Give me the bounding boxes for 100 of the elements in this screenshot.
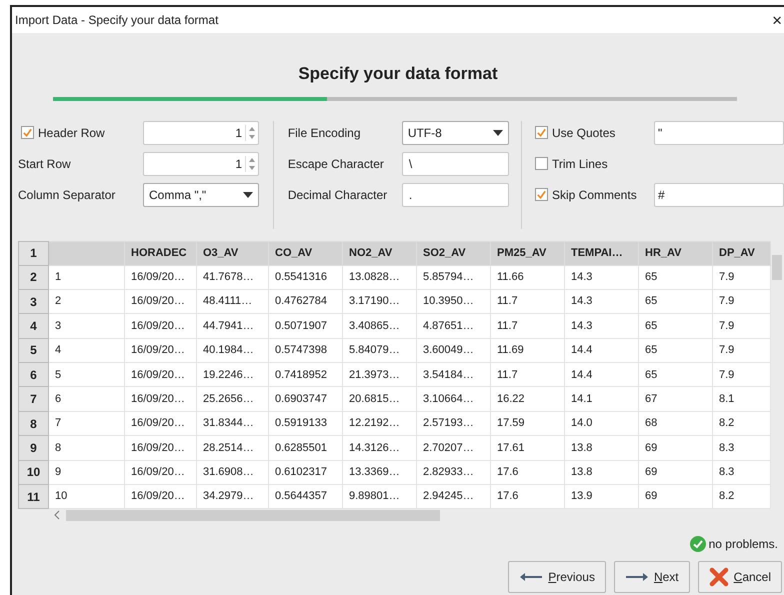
table-cell: 69 xyxy=(638,436,712,460)
left-arrow-icon xyxy=(519,572,544,582)
text-field[interactable]: # xyxy=(654,182,784,206)
table-cell: 11.7 xyxy=(490,362,564,387)
table-cell: 16/09/20… xyxy=(124,265,196,290)
table-cell: 11.66 xyxy=(490,265,564,290)
table-cell: 4.87651… xyxy=(416,314,490,338)
table-cell: 14.3 xyxy=(564,265,638,290)
cross-icon xyxy=(708,567,729,588)
column-header: SO2_AV xyxy=(416,241,490,265)
table-cell: 6 xyxy=(48,386,124,412)
scroll-left-icon[interactable] xyxy=(54,510,60,520)
table-cell: 28.2514… xyxy=(196,436,268,460)
dropdown-arrow-icon[interactable] xyxy=(243,192,253,198)
table-cell: 1 xyxy=(48,265,124,290)
table-cell: 14.0 xyxy=(564,411,638,436)
next-button[interactable]: Next xyxy=(614,561,690,594)
table-cell: 16/09/20… xyxy=(124,289,196,314)
table-cell: 2.57193… xyxy=(416,411,490,436)
table-cell: 40.1984… xyxy=(196,338,268,363)
table-cell: 17.6 xyxy=(490,460,564,485)
checkbox[interactable] xyxy=(535,157,548,170)
table-cell: 10.3950… xyxy=(416,289,490,314)
column-header: TEMPAI… xyxy=(564,241,638,265)
table-cell: 16/09/20… xyxy=(124,362,196,387)
table-cell: 3.60049… xyxy=(416,338,490,363)
table-cell: 3.40865… xyxy=(342,314,416,338)
table-cell: 5.84079… xyxy=(342,338,416,363)
spinner-arrows-icon[interactable] xyxy=(245,156,258,172)
dropdown[interactable]: UTF-8 xyxy=(402,120,509,144)
table-cell: 5.85794… xyxy=(416,265,490,290)
table-cell: 41.7678… xyxy=(196,265,268,290)
table-cell: 31.6908… xyxy=(196,460,268,485)
table-cell: 16/09/20… xyxy=(124,314,196,338)
status-text: no problems. xyxy=(708,536,778,554)
field-label: Start Row xyxy=(18,156,71,172)
row-header: 9 xyxy=(18,436,48,460)
text-field[interactable]: . xyxy=(402,182,509,206)
table-cell: 11.69 xyxy=(490,338,564,363)
table-cell: 68 xyxy=(638,411,712,436)
field-label: Header Row xyxy=(38,124,105,142)
table-cell: 69 xyxy=(638,460,712,485)
dropdown-arrow-icon[interactable] xyxy=(492,130,503,136)
checkbox[interactable] xyxy=(21,126,34,139)
column-header: O3_AV xyxy=(196,241,268,265)
table-cell: 0.7418952 xyxy=(268,362,342,387)
table-cell: 13.3369… xyxy=(342,460,416,485)
row-header: 7 xyxy=(18,386,48,412)
field-label: Skip Comments xyxy=(552,186,637,204)
table-cell: 3.10664… xyxy=(416,386,490,412)
cancel-button[interactable]: Cancel xyxy=(698,561,782,594)
table-cell: 25.2656… xyxy=(196,386,268,412)
number-spinner[interactable]: 1 xyxy=(143,120,259,144)
table-cell: 3.17190… xyxy=(342,289,416,314)
table-cell: 14.3 xyxy=(564,314,638,338)
window-title: Import Data - Specify your data format xyxy=(15,12,218,29)
table-cell: 48.4111… xyxy=(196,289,268,314)
field-label: File Encoding xyxy=(288,124,362,142)
table-cell: 44.7941… xyxy=(196,314,268,338)
table-cell: 2.70207… xyxy=(416,436,490,460)
table-cell: 0.4762784 xyxy=(268,289,342,314)
field-label: Decimal Character xyxy=(288,186,388,204)
table-cell: 3 xyxy=(48,314,124,338)
spinner-arrows-icon[interactable] xyxy=(245,124,258,140)
table-cell: 20.6815… xyxy=(342,386,416,412)
table-cell: 65 xyxy=(638,289,712,314)
table-cell: 13.0828… xyxy=(342,265,416,290)
field-label: Escape Character xyxy=(288,156,385,172)
column-header: DP_AV xyxy=(712,241,770,265)
table-cell: 16/09/20… xyxy=(124,460,196,485)
checkbox[interactable] xyxy=(535,126,548,139)
dropdown[interactable]: Comma "," xyxy=(143,182,259,206)
row-header: 4 xyxy=(18,314,48,338)
table-cell: 13.8 xyxy=(564,436,638,460)
table-cell: 2 xyxy=(48,289,124,314)
checkbox[interactable] xyxy=(535,188,548,201)
table-cell: 16.22 xyxy=(490,386,564,412)
table-cell: 11.7 xyxy=(490,314,564,338)
column-header: PM25_AV xyxy=(490,241,564,265)
text-field[interactable]: " xyxy=(654,120,784,144)
table-cell: 0.5541316 xyxy=(268,265,342,290)
text-field[interactable]: \ xyxy=(402,152,509,176)
table-cell: 2.82933… xyxy=(416,460,490,485)
check-circle-icon xyxy=(690,536,706,552)
table-cell: 17.59 xyxy=(490,411,564,436)
row-header: 8 xyxy=(18,411,48,436)
number-spinner[interactable]: 1 xyxy=(143,152,259,176)
row-header: 6 xyxy=(18,362,48,387)
table-cell: 14.1 xyxy=(564,386,638,412)
table-cell: 11.7 xyxy=(490,289,564,314)
table-cell: 8 xyxy=(48,436,124,460)
close-button[interactable]: × xyxy=(772,12,782,28)
table-cell: 16/09/20… xyxy=(124,386,196,412)
previous-button[interactable]: Previous xyxy=(508,561,606,594)
row-header: 10 xyxy=(18,460,48,485)
table-cell: 14.4 xyxy=(564,362,638,387)
table-cell: 65 xyxy=(638,265,712,290)
table-cell: 16/09/20… xyxy=(124,436,196,460)
row-header: 2 xyxy=(18,265,48,290)
table-cell: 0.6285501 xyxy=(268,436,342,460)
